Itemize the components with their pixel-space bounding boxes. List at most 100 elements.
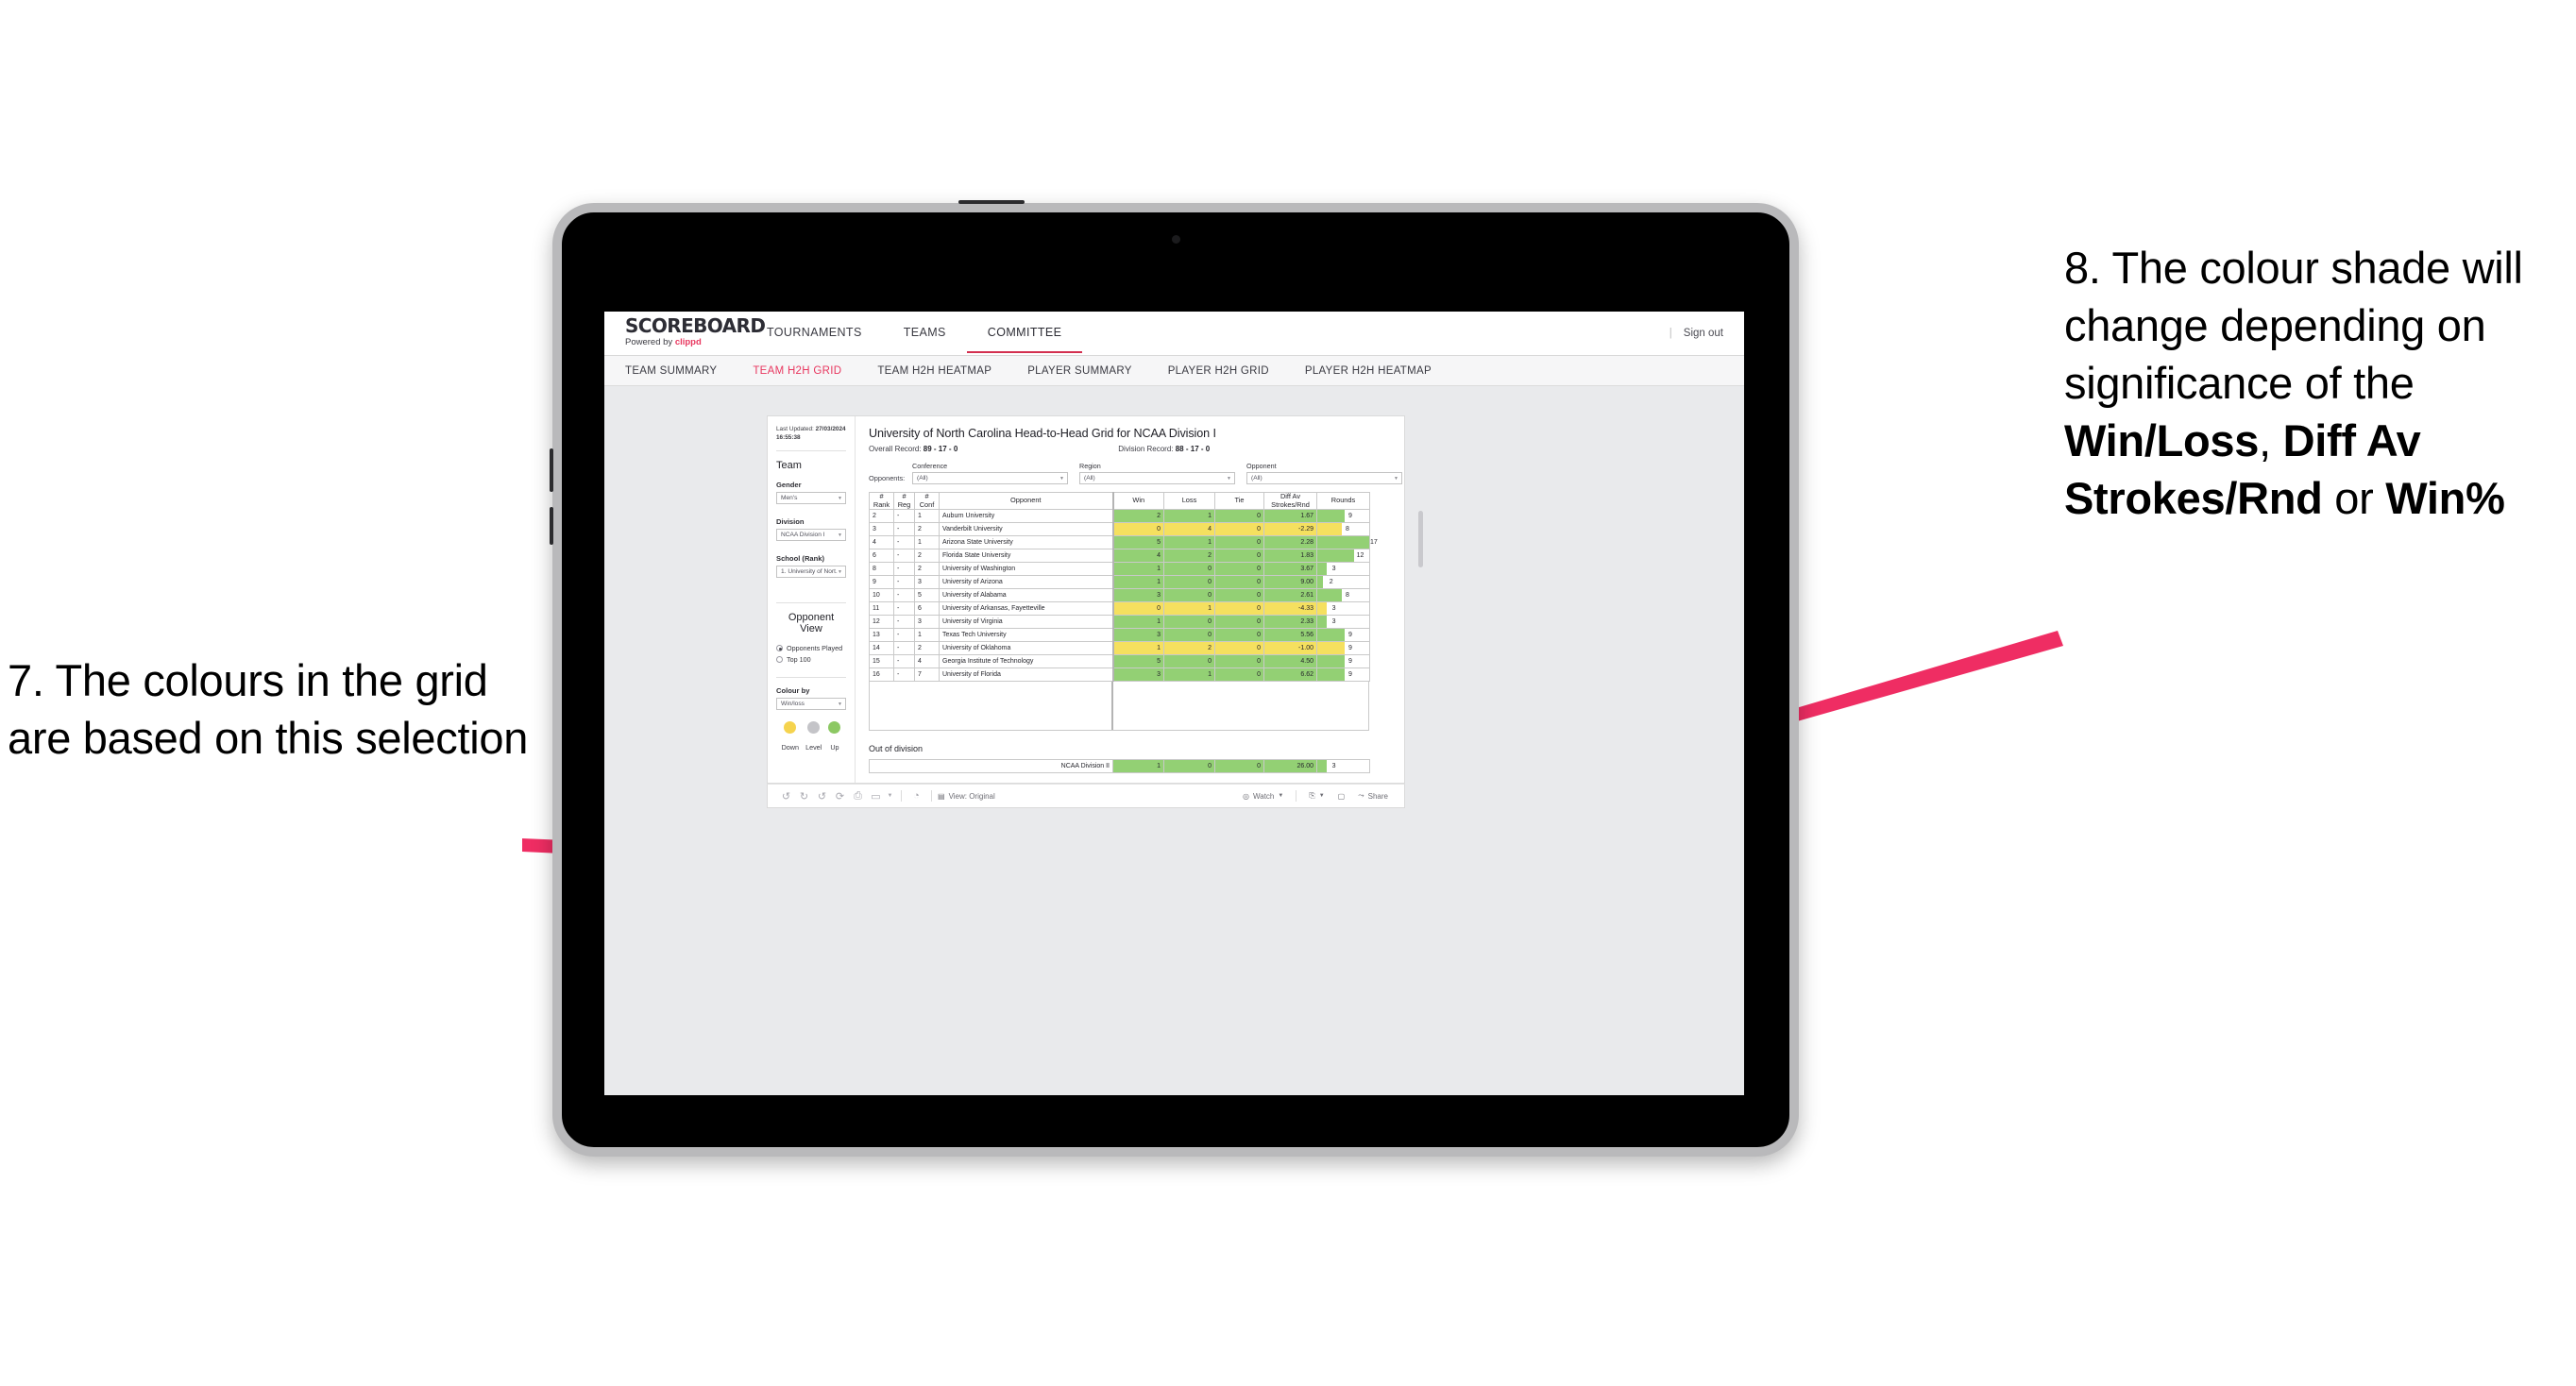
radio-top-100[interactable]: Top 100 bbox=[776, 655, 846, 664]
pause-auto-update-icon[interactable]: ⎙ bbox=[849, 790, 867, 803]
cell-win[interactable]: 1 bbox=[1111, 641, 1164, 656]
cell-tie[interactable]: 0 bbox=[1214, 641, 1264, 656]
cell-conf[interactable]: 1 bbox=[914, 509, 940, 524]
cell-ood-loss[interactable]: 0 bbox=[1163, 759, 1215, 774]
cell-rounds[interactable]: 9 bbox=[1316, 668, 1370, 683]
cell-reg[interactable]: - bbox=[893, 668, 915, 683]
cell-reg[interactable]: - bbox=[893, 641, 915, 656]
cell-loss[interactable]: 2 bbox=[1163, 641, 1215, 656]
download-button[interactable]: ⎘ ▼ bbox=[1309, 791, 1324, 801]
sub-tab-player-h2h-grid[interactable]: PLAYER H2H GRID bbox=[1150, 365, 1287, 377]
cell-tie[interactable]: 0 bbox=[1214, 535, 1264, 550]
nav-tab-tournaments[interactable]: TOURNAMENTS bbox=[746, 323, 883, 353]
conference-select[interactable]: (All) ▼ bbox=[912, 472, 1068, 484]
cell-ood-tie[interactable]: 0 bbox=[1214, 759, 1264, 774]
cell-reg[interactable]: - bbox=[893, 615, 915, 630]
cell-reg[interactable]: - bbox=[893, 522, 915, 537]
cell-win[interactable]: 3 bbox=[1111, 588, 1164, 603]
cell-rounds[interactable]: 9 bbox=[1316, 654, 1370, 669]
cell-tie[interactable]: 0 bbox=[1214, 654, 1264, 669]
cell-rank[interactable]: 12 bbox=[869, 615, 894, 630]
refresh-icon[interactable]: ⟳ bbox=[831, 790, 849, 803]
cell-win[interactable]: 5 bbox=[1111, 535, 1164, 550]
cell-reg[interactable]: - bbox=[893, 654, 915, 669]
table-row[interactable]: 16-7 University of Florida 3 1 0 6.62 9 bbox=[869, 668, 1370, 683]
view-original-button[interactable]: ▤ View: Original bbox=[938, 792, 995, 801]
division-select[interactable]: NCAA Division I ▼ bbox=[776, 529, 846, 542]
cell-diff[interactable]: 1.67 bbox=[1263, 509, 1317, 524]
sub-tab-team-summary[interactable]: TEAM SUMMARY bbox=[625, 365, 735, 377]
cell-conf[interactable]: 2 bbox=[914, 549, 940, 564]
cell-rounds[interactable]: 3 bbox=[1316, 601, 1370, 617]
cell-rounds[interactable]: 9 bbox=[1316, 509, 1370, 524]
cell-diff[interactable]: -4.33 bbox=[1263, 601, 1317, 617]
cell-conf[interactable]: 2 bbox=[914, 522, 940, 537]
th-tie[interactable]: Tie bbox=[1214, 491, 1264, 511]
cell-rank[interactable]: 2 bbox=[869, 509, 894, 524]
cell-loss[interactable]: 1 bbox=[1163, 509, 1215, 524]
cell-opponent[interactable]: Georgia Institute of Technology bbox=[939, 654, 1113, 669]
cell-rank[interactable]: 14 bbox=[869, 641, 894, 656]
th-diff[interactable]: Diff Av Strokes/Rnd bbox=[1263, 491, 1317, 511]
cell-tie[interactable]: 0 bbox=[1214, 509, 1264, 524]
cell-rank[interactable]: 13 bbox=[869, 628, 894, 643]
th-rounds[interactable]: Rounds bbox=[1316, 491, 1370, 511]
sub-tab-team-h2h-grid[interactable]: TEAM H2H GRID bbox=[735, 365, 859, 377]
th-loss[interactable]: Loss bbox=[1163, 491, 1215, 511]
cell-rounds[interactable]: 12 bbox=[1316, 549, 1370, 564]
cell-rank[interactable]: 3 bbox=[869, 522, 894, 537]
cell-rank[interactable]: 10 bbox=[869, 588, 894, 603]
cell-diff[interactable]: 1.83 bbox=[1263, 549, 1317, 564]
region-select[interactable]: (All) ▼ bbox=[1079, 472, 1235, 484]
cell-diff[interactable]: 2.33 bbox=[1263, 615, 1317, 630]
cell-conf[interactable]: 3 bbox=[914, 615, 940, 630]
cell-rank[interactable]: 4 bbox=[869, 535, 894, 550]
cell-win[interactable]: 1 bbox=[1111, 575, 1164, 590]
cell-diff[interactable]: 3.67 bbox=[1263, 562, 1317, 577]
cell-opponent[interactable]: University of Florida bbox=[939, 668, 1113, 683]
redo-icon[interactable]: ↻ bbox=[795, 790, 813, 803]
th-reg[interactable]: # Reg bbox=[893, 491, 915, 511]
cell-diff[interactable]: -1.00 bbox=[1263, 641, 1317, 656]
out-of-division-row[interactable]: NCAA Division II 1 0 0 26.00 3 bbox=[869, 759, 1370, 774]
cell-rank[interactable]: 16 bbox=[869, 668, 894, 683]
cell-tie[interactable]: 0 bbox=[1214, 522, 1264, 537]
sub-tab-player-h2h-heatmap[interactable]: PLAYER H2H HEATMAP bbox=[1287, 365, 1449, 377]
cell-win[interactable]: 1 bbox=[1111, 562, 1164, 577]
cell-loss[interactable]: 0 bbox=[1163, 654, 1215, 669]
cell-ood-rounds[interactable]: 3 bbox=[1316, 759, 1370, 774]
table-row[interactable]: 14-2 University of Oklahoma 1 2 0 -1.00 9 bbox=[869, 641, 1370, 656]
view-original-icon[interactable]: ▭ bbox=[867, 790, 885, 803]
cell-reg[interactable]: - bbox=[893, 562, 915, 577]
cell-diff[interactable]: 2.28 bbox=[1263, 535, 1317, 550]
table-row[interactable]: 13-1 Texas Tech University 3 0 0 5.56 9 bbox=[869, 628, 1370, 643]
colour-by-select[interactable]: Win/loss ▼ bbox=[776, 698, 846, 711]
cell-tie[interactable]: 0 bbox=[1214, 668, 1264, 683]
th-opponent[interactable]: Opponent bbox=[939, 491, 1113, 511]
sub-tab-player-summary[interactable]: PLAYER SUMMARY bbox=[1009, 365, 1150, 377]
cell-ood-diff[interactable]: 26.00 bbox=[1263, 759, 1317, 774]
cell-conf[interactable]: 4 bbox=[914, 654, 940, 669]
radio-opponents-played[interactable]: Opponents Played bbox=[776, 644, 846, 652]
cell-conf[interactable]: 3 bbox=[914, 575, 940, 590]
table-vertical-scrollbar[interactable] bbox=[1418, 511, 1423, 567]
cell-win[interactable]: 3 bbox=[1111, 628, 1164, 643]
cell-loss[interactable]: 0 bbox=[1163, 588, 1215, 603]
undo-icon[interactable]: ↺ bbox=[777, 790, 795, 803]
cell-win[interactable]: 0 bbox=[1111, 601, 1164, 617]
table-row[interactable]: 12-3 University of Virginia 1 0 0 2.33 3 bbox=[869, 615, 1370, 630]
cell-conf[interactable]: 1 bbox=[914, 628, 940, 643]
share-button[interactable]: ⤳ Share bbox=[1358, 791, 1388, 801]
cell-tie[interactable]: 0 bbox=[1214, 615, 1264, 630]
cell-conf[interactable]: 5 bbox=[914, 588, 940, 603]
cell-diff[interactable]: -2.29 bbox=[1263, 522, 1317, 537]
table-row[interactable]: 6-2 Florida State University 4 2 0 1.83 12 bbox=[869, 549, 1370, 564]
cell-loss[interactable]: 1 bbox=[1163, 601, 1215, 617]
cell-rounds[interactable]: 8 bbox=[1316, 522, 1370, 537]
watch-button[interactable]: ◎ Watch ▼ bbox=[1243, 792, 1283, 801]
chevron-down-icon[interactable]: ▼ bbox=[885, 793, 895, 799]
school-select[interactable]: 1. University of Nort... ▼ bbox=[776, 566, 846, 579]
cell-rank[interactable]: 8 bbox=[869, 562, 894, 577]
table-row[interactable]: 8-2 University of Washington 1 0 0 3.67 3 bbox=[869, 562, 1370, 577]
cell-opponent[interactable]: University of Virginia bbox=[939, 615, 1113, 630]
